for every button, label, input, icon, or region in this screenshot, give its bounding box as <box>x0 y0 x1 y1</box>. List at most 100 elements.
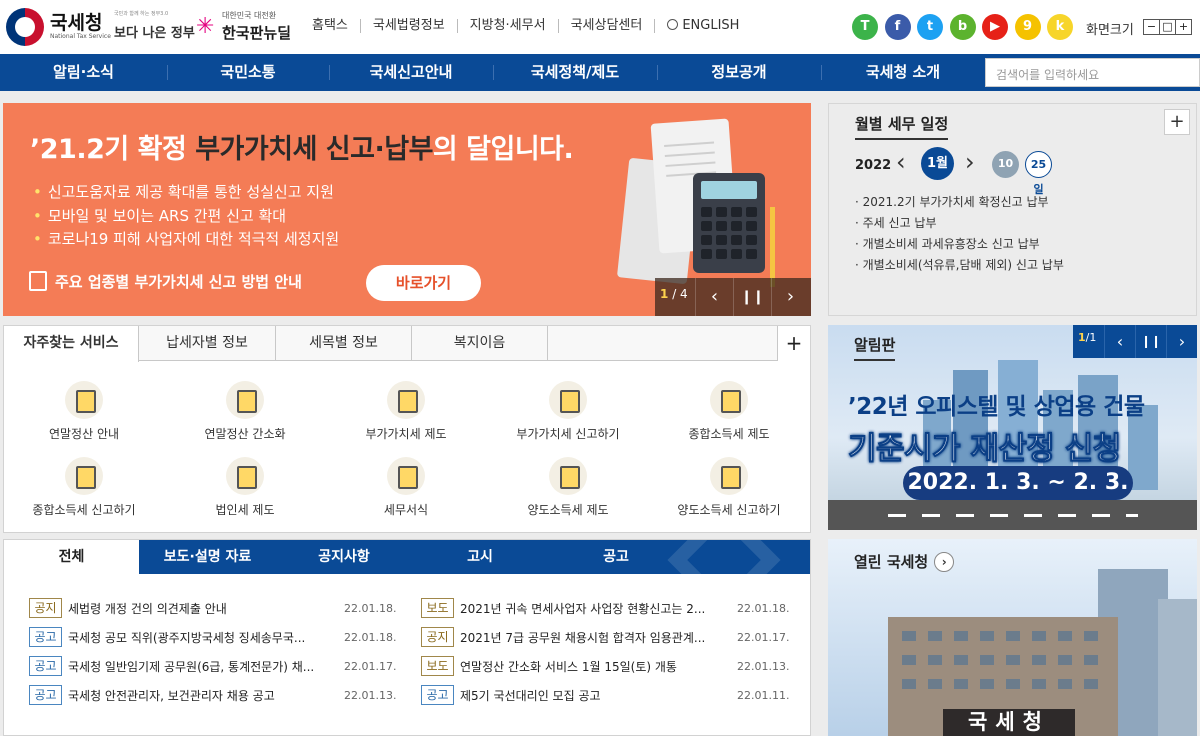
services-tabs: 자주찾는 서비스 납세자별 정보 세목별 정보 복지이음 + <box>4 326 810 362</box>
bullet-dot-icon: • <box>33 206 42 225</box>
banner-pause-button[interactable]: ❙❙ <box>733 278 771 316</box>
notice-row[interactable]: 보도 연말정산 간소화 서비스 1월 15일(토) 개통 <box>421 656 677 676</box>
notice-title[interactable]: 국세청 안전관리자, 보건관리자 채용 공고 <box>68 687 275 704</box>
service-item[interactable]: 연말정산 안내 <box>4 381 164 442</box>
nav-news[interactable]: 알림·소식 <box>0 54 167 91</box>
banner-go-button[interactable]: 바로가기 <box>366 265 481 301</box>
font-increase-button[interactable]: + <box>1175 19 1192 35</box>
services-more-button[interactable]: + <box>777 326 810 361</box>
nav-tax-filing[interactable]: 국세신고안내 <box>329 54 493 91</box>
year-end-simplify-icon <box>226 381 264 419</box>
nav-disclosure[interactable]: 정보공개 <box>657 54 821 91</box>
schedule-item[interactable]: · 개별소비세 과세유흥장소 신고 납부 <box>855 234 1064 255</box>
banner-next-button[interactable]: › <box>771 278 809 316</box>
vat-book-icon <box>387 381 425 419</box>
board-prev-button[interactable]: ‹ <box>1104 325 1135 358</box>
schedule-day-25[interactable]: 25일 <box>1025 151 1052 196</box>
tab-tax-item-info[interactable]: 세목별 정보 <box>276 326 412 361</box>
schedule-day-10[interactable]: 10 <box>992 151 1019 178</box>
banner-prev-button[interactable]: ‹ <box>695 278 733 316</box>
notice-row[interactable]: 공고 제5기 국선대리인 모집 공고 <box>421 685 601 705</box>
notice-title[interactable]: 세법령 개정 건의 의견제출 안내 <box>68 600 227 617</box>
notice-title[interactable]: 국세청 일반임기제 공무원(6급, 통계전문가) 채... <box>68 658 314 675</box>
notice-row[interactable]: 공고 국세청 안전관리자, 보건관리자 채용 공고 <box>29 685 275 705</box>
service-label: 세무서식 <box>383 503 429 517</box>
tab-press[interactable]: 보도·설명 자료 <box>139 540 276 574</box>
notice-title[interactable]: 2021년 귀속 면세사업자 사업장 현황신고는 2... <box>460 600 705 617</box>
tab-all[interactable]: 전체 <box>4 540 139 574</box>
font-decrease-button[interactable]: − <box>1143 19 1160 35</box>
notice-row[interactable]: 공지 2021년 7급 공무원 채용시험 합격자 임용관계... <box>421 627 705 647</box>
banner-bullet: • 신고도움자료 제공 확대를 통한 성실신고 지원 <box>33 181 339 205</box>
government-slogan-logo[interactable]: 국민과 함께 하는 정부3.0 보다 나은 정부 <box>114 10 195 44</box>
service-label: 양도소득세 신고하기 <box>677 503 781 517</box>
service-item[interactable]: 부가가치세 신고하기 <box>488 381 648 442</box>
search-input[interactable]: 검색어를 입력하세요 <box>985 58 1200 87</box>
income-tax-report-icon <box>65 457 103 495</box>
transfer-tax-report-icon <box>710 457 748 495</box>
open-nts-panel[interactable]: 국세청 열린 국세청 › <box>828 539 1197 736</box>
schedule-item[interactable]: · 주세 신고 납부 <box>855 213 1064 234</box>
tab-taxpayer-info[interactable]: 납세자별 정보 <box>139 326 276 361</box>
calendar-icon <box>29 271 47 291</box>
board-next-button[interactable]: › <box>1166 325 1197 358</box>
post-icon[interactable]: 9 <box>1014 14 1041 40</box>
service-item[interactable]: 연말정산 간소화 <box>165 381 325 442</box>
service-label: 부가가치세 제도 <box>365 427 447 441</box>
youtube-icon[interactable]: ▶ <box>982 14 1008 40</box>
tab-welfare[interactable]: 복지이음 <box>412 326 548 361</box>
notice-title[interactable]: 국세청 공모 직위(광주지방국세청 징세송무국... <box>68 629 305 646</box>
tab-announcements[interactable]: 공고 <box>548 540 684 574</box>
notice-title[interactable]: 제5기 국선대리인 모집 공고 <box>460 687 601 704</box>
tab-notices[interactable]: 공지사항 <box>276 540 412 574</box>
banner-bullet-text: 신고도움자료 제공 확대를 통한 성실신고 지원 <box>47 183 334 201</box>
notice-category-badge: 공지 <box>29 598 62 618</box>
link-english[interactable]: ENGLISH <box>655 19 751 33</box>
kakaostory-icon[interactable]: k <box>1047 14 1073 40</box>
font-reset-button[interactable]: □ <box>1159 19 1176 35</box>
schedule-more-button[interactable]: + <box>1164 109 1190 135</box>
link-tax-law[interactable]: 국세법령정보 <box>361 19 458 33</box>
link-regional-office[interactable]: 지방청·세무서 <box>458 19 559 33</box>
tab-frequent-services[interactable]: 자주찾는 서비스 <box>4 326 139 362</box>
talk-icon[interactable]: T <box>852 14 878 40</box>
notice-title[interactable]: 연말정산 간소화 서비스 1월 15일(토) 개통 <box>460 658 677 675</box>
notice-row[interactable]: 공지 세법령 개정 건의 의견제출 안내 <box>29 598 227 618</box>
service-item[interactable]: 세무서식 <box>326 457 486 518</box>
year-end-guide-icon <box>65 381 103 419</box>
nav-tax-policy[interactable]: 국세정책/제도 <box>493 54 657 91</box>
tab-notifications[interactable]: 고시 <box>412 540 548 574</box>
nav-communication[interactable]: 국민소통 <box>167 54 329 91</box>
alarm-board-panel[interactable]: 알림판 1/1 ‹ ❙❙ › ’22년 오피스텔 및 상업용 건물 기준시가 재… <box>828 325 1197 530</box>
service-item[interactable]: 종합소득세 신고하기 <box>4 457 164 518</box>
notice-title[interactable]: 2021년 7급 공무원 채용시험 합격자 임용관계... <box>460 629 705 646</box>
service-item[interactable]: 부가가치세 제도 <box>326 381 486 442</box>
schedule-item[interactable]: · 개별소비세(석유류,담배 제외) 신고 납부 <box>855 255 1064 276</box>
notice-row[interactable]: 보도 2021년 귀속 면세사업자 사업장 현황신고는 2... <box>421 598 705 618</box>
board-counter-current: 1 <box>1078 331 1086 344</box>
banner-guide-text: 주요 업종별 부가가치세 신고 방법 안내 <box>55 273 302 291</box>
facebook-icon[interactable]: f <box>884 14 911 40</box>
nav-about[interactable]: 국세청 소개 <box>821 54 985 91</box>
schedule-prev-month-button[interactable]: ‹ <box>896 148 906 176</box>
link-consulting-center[interactable]: 국세상담센터 <box>559 19 656 33</box>
notice-row[interactable]: 공고 국세청 일반임기제 공무원(6급, 통계전문가) 채... <box>29 656 314 676</box>
bullet-dot-icon: • <box>33 230 42 248</box>
twitter-icon[interactable]: t <box>917 14 943 40</box>
service-item[interactable]: 종합소득세 제도 <box>649 381 809 442</box>
logo-text[interactable]: 국세청 <box>50 8 102 35</box>
service-item[interactable]: 법인세 제도 <box>165 457 325 518</box>
blog-icon[interactable]: b <box>949 14 976 40</box>
schedule-item[interactable]: · 2021.2기 부가가치세 확정신고 납부 <box>855 192 1064 213</box>
schedule-next-month-button[interactable]: › <box>965 148 975 176</box>
service-item[interactable]: 양도소득세 제도 <box>488 457 648 518</box>
slogan-main-text: 보다 나은 정부 <box>114 26 195 41</box>
open-nts-title[interactable]: 열린 국세청 › <box>854 551 955 572</box>
notice-row[interactable]: 공고 국세청 공모 직위(광주지방국세청 징세송무국... <box>29 627 305 647</box>
notice-category-badge: 공고 <box>29 656 62 676</box>
nts-emblem-icon[interactable] <box>6 8 44 46</box>
font-size-controls: − □ + <box>1143 19 1192 35</box>
link-hometax[interactable]: 홈택스 <box>300 19 361 33</box>
board-pause-button[interactable]: ❙❙ <box>1135 325 1166 358</box>
service-item[interactable]: 양도소득세 신고하기 <box>649 457 809 518</box>
